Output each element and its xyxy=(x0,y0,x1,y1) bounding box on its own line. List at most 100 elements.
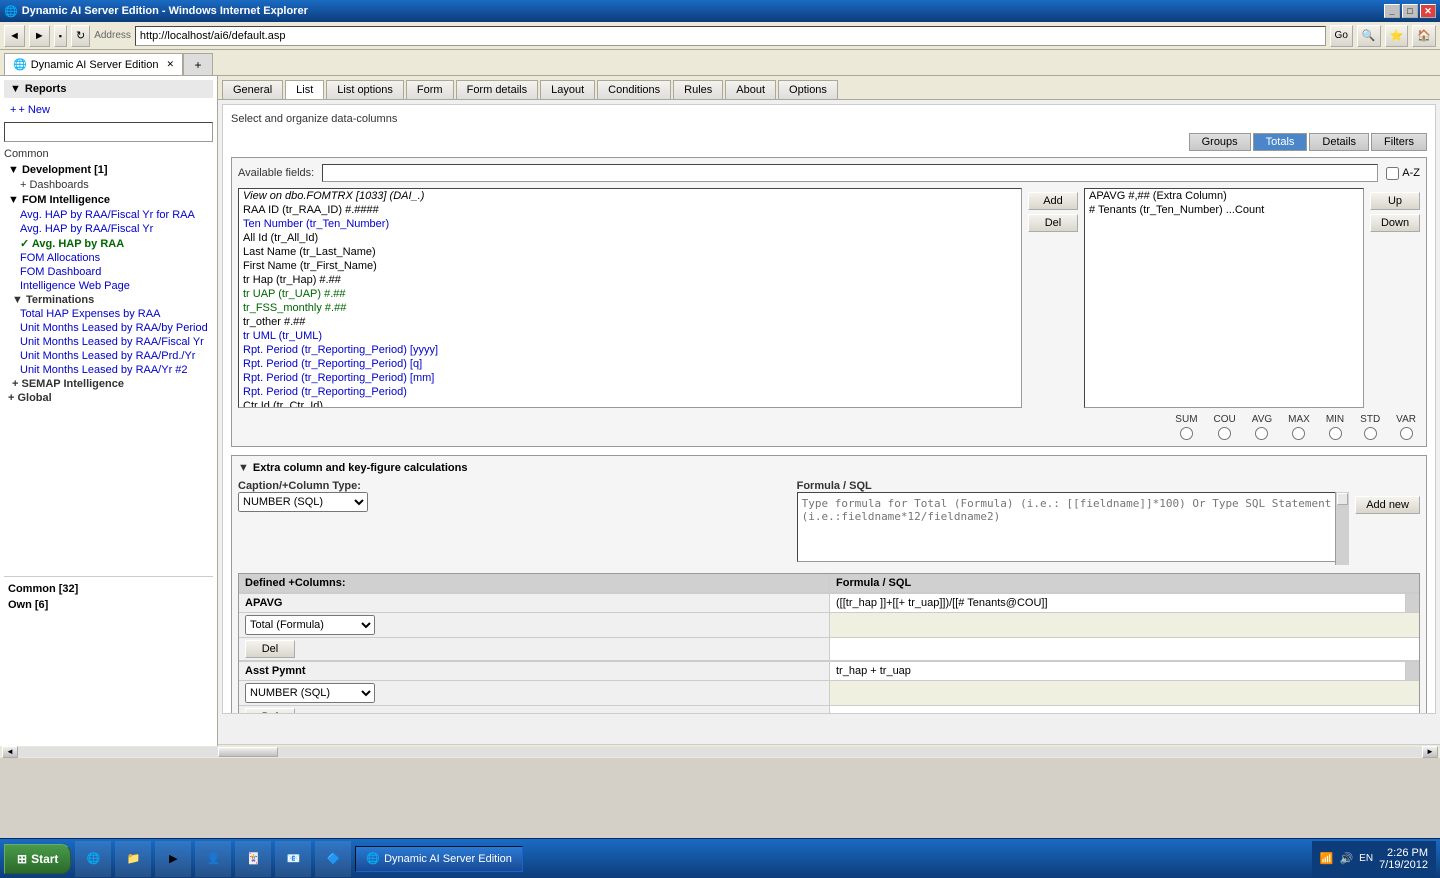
field-rpt-period-yyyy[interactable]: Rpt. Period (tr_Reporting_Period) [yyyy] xyxy=(239,343,1021,357)
del-apavg-button[interactable]: Del xyxy=(245,640,295,658)
field-ctr-id[interactable]: Ctr Id (tr_Ctr_Id) xyxy=(239,399,1021,408)
start-button[interactable]: ⊞ Start xyxy=(4,844,71,874)
agg-avg-radio[interactable] xyxy=(1255,427,1268,440)
field-rpt-period-mm[interactable]: Rpt. Period (tr_Reporting_Period) [mm] xyxy=(239,371,1021,385)
field-all-id[interactable]: All Id (tr_All_Id) xyxy=(239,231,1021,245)
sub-tab-totals[interactable]: Totals xyxy=(1253,133,1308,151)
selected-fields-list[interactable]: APAVG #,## (Extra Column) # Tenants (tr_… xyxy=(1084,188,1364,408)
taskbar-icon-person[interactable]: 👤 xyxy=(195,841,231,877)
sidebar-item-unit-months-2[interactable]: Unit Months Leased by RAA/Fiscal Yr xyxy=(4,335,213,349)
sidebar-development-group[interactable]: ▼ Development [1] xyxy=(4,162,213,178)
scrollbar-thumb-h[interactable] xyxy=(218,747,278,757)
field-ten-number[interactable]: Ten Number (tr_Ten_Number) xyxy=(239,217,1021,231)
sidebar-item-fom-alloc[interactable]: FOM Allocations xyxy=(4,251,213,265)
tab-list-options[interactable]: List options xyxy=(326,80,404,99)
tab-options[interactable]: Options xyxy=(778,80,838,99)
back-button[interactable]: ◄ xyxy=(4,25,25,47)
favorites-button[interactable]: ⭐ xyxy=(1385,25,1409,47)
sidebar-item-global[interactable]: + Global xyxy=(4,391,213,405)
tab-rules[interactable]: Rules xyxy=(673,80,723,99)
tab-form[interactable]: Form xyxy=(406,80,454,99)
apavg-type-select[interactable]: Total (Formula) NUMBER (SQL) xyxy=(245,615,375,635)
sidebar-fom-intelligence-group[interactable]: ▼ FOM Intelligence xyxy=(4,192,213,208)
horizontal-scrollbar[interactable]: ◄ ► xyxy=(0,744,1440,758)
field-tr-fss[interactable]: tr_FSS_monthly #.## xyxy=(239,301,1021,315)
move-down-button[interactable]: Down xyxy=(1370,214,1420,232)
tab-form-details[interactable]: Form details xyxy=(456,80,539,99)
sub-tab-filters[interactable]: Filters xyxy=(1371,133,1427,151)
fields-search-input[interactable] xyxy=(322,164,1378,182)
field-rpt-period[interactable]: Rpt. Period (tr_Reporting_Period) xyxy=(239,385,1021,399)
agg-std-radio[interactable] xyxy=(1364,427,1377,440)
tab-list[interactable]: List xyxy=(285,80,324,99)
field-rpt-period-q[interactable]: Rpt. Period (tr_Reporting_Period) [q] xyxy=(239,357,1021,371)
agg-cou-radio[interactable] xyxy=(1218,427,1231,440)
scroll-right-btn[interactable]: ► xyxy=(1422,746,1438,758)
field-raa-id[interactable]: RAA ID (tr_RAA_ID) #.#### xyxy=(239,203,1021,217)
sidebar-item-semap[interactable]: + SEMAP Intelligence xyxy=(4,377,213,391)
close-button[interactable]: ✕ xyxy=(1420,4,1436,18)
taskbar-icon-ie[interactable]: 🌐 xyxy=(75,841,111,877)
sidebar-item-avg-hap[interactable]: ✓ Avg. HAP by RAA xyxy=(4,236,213,251)
tab-layout[interactable]: Layout xyxy=(540,80,595,99)
tab-general[interactable]: General xyxy=(222,80,283,99)
browser-tab[interactable]: 🌐 Dynamic AI Server Edition ✕ xyxy=(4,53,183,75)
del-asstpymnt-button[interactable]: Del xyxy=(245,708,295,714)
sidebar-item-0[interactable]: Avg. HAP by RAA/Fiscal Yr for RAA xyxy=(4,208,213,222)
taskbar-active-item[interactable]: 🌐 Dynamic AI Server Edition xyxy=(355,846,522,872)
browser-tab-close[interactable]: ✕ xyxy=(166,59,174,70)
formula-textarea[interactable] xyxy=(797,492,1350,562)
maximize-button[interactable]: □ xyxy=(1402,4,1418,18)
sidebar-item-unit-months-1[interactable]: Unit Months Leased by RAA/by Period xyxy=(4,321,213,335)
az-checkbox[interactable]: A-Z xyxy=(1386,167,1420,180)
agg-var-radio[interactable] xyxy=(1400,427,1413,440)
sidebar-new-button[interactable]: + + New xyxy=(4,102,213,118)
az-checkbox-input[interactable] xyxy=(1386,167,1399,180)
field-first-name[interactable]: First Name (tr_First_Name) xyxy=(239,259,1021,273)
sub-tab-groups[interactable]: Groups xyxy=(1189,133,1251,151)
del-field-button[interactable]: Del xyxy=(1028,214,1078,232)
sidebar-item-total-hap[interactable]: Total HAP Expenses by RAA xyxy=(4,307,213,321)
sub-tab-details[interactable]: Details xyxy=(1309,133,1369,151)
sidebar-item-dashboards[interactable]: + Dashboards xyxy=(4,178,213,192)
sidebar-item-unit-months-4[interactable]: Unit Months Leased by RAA/Yr #2 xyxy=(4,363,213,377)
tab-about[interactable]: About xyxy=(725,80,776,99)
taskbar-icon-app[interactable]: 🔷 xyxy=(315,841,351,877)
field-tr-uap[interactable]: tr UAP (tr_UAP) #.## xyxy=(239,287,1021,301)
agg-max-radio[interactable] xyxy=(1292,427,1305,440)
sidebar-search-input[interactable] xyxy=(4,122,213,142)
sidebar-item-fom-dash[interactable]: FOM Dashboard xyxy=(4,265,213,279)
field-last-name[interactable]: Last Name (tr_Last_Name) xyxy=(239,245,1021,259)
address-input[interactable] xyxy=(135,26,1326,46)
move-up-button[interactable]: Up xyxy=(1370,192,1420,210)
field-tr-other[interactable]: tr_other #.## xyxy=(239,315,1021,329)
extra-col-toggle[interactable]: ▼ xyxy=(238,462,249,474)
forward-button[interactable]: ► xyxy=(29,25,50,47)
asstpymnt-type-select[interactable]: NUMBER (SQL) Total (Formula) xyxy=(245,683,375,703)
tab-conditions[interactable]: Conditions xyxy=(597,80,671,99)
sidebar-item-unit-months-3[interactable]: Unit Months Leased by RAA/Prd./Yr xyxy=(4,349,213,363)
taskbar-icon-explorer[interactable]: 📁 xyxy=(115,841,151,877)
go-button[interactable]: Go xyxy=(1330,25,1353,47)
refresh-button[interactable]: ↻ xyxy=(71,25,90,47)
scroll-left-btn[interactable]: ◄ xyxy=(2,746,18,758)
add-field-button[interactable]: Add xyxy=(1028,192,1078,210)
add-new-button[interactable]: Add new xyxy=(1355,496,1420,514)
sidebar-item-intel-web[interactable]: Intelligence Web Page xyxy=(4,279,213,293)
minimize-button[interactable]: _ xyxy=(1384,4,1400,18)
stop-button[interactable]: ▪ xyxy=(54,25,67,47)
taskbar-icon-games[interactable]: 🃏 xyxy=(235,841,271,877)
available-fields-list[interactable]: View on dbo.FOMTRX [1033] (DAI_.) RAA ID… xyxy=(238,188,1022,408)
agg-sum-radio[interactable] xyxy=(1180,427,1193,440)
agg-min-radio[interactable] xyxy=(1329,427,1342,440)
sidebar-item-terminations[interactable]: ▼ Terminations xyxy=(4,293,213,307)
new-tab-button[interactable]: + xyxy=(183,53,213,75)
sidebar-item-1[interactable]: Avg. HAP by RAA/Fiscal Yr xyxy=(4,222,213,236)
scrollbar-track[interactable] xyxy=(18,747,1422,757)
type-select-new[interactable]: NUMBER (SQL) Total (Formula) xyxy=(238,492,368,512)
field-tr-hap[interactable]: tr Hap (tr_Hap) #.## xyxy=(239,273,1021,287)
field-tr-uml[interactable]: tr UML (tr_UML) xyxy=(239,329,1021,343)
taskbar-icon-outlook[interactable]: 📧 xyxy=(275,841,311,877)
taskbar-icon-media[interactable]: ▶ xyxy=(155,841,191,877)
search-toolbar-button[interactable]: 🔍 xyxy=(1357,25,1381,47)
